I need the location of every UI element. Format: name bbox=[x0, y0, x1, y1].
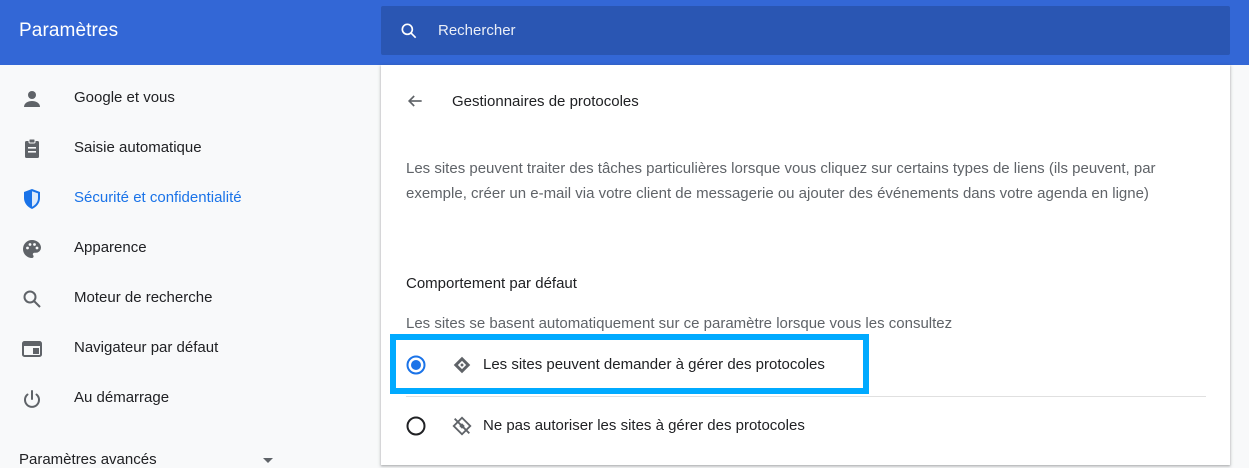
sidebar-item-google[interactable]: Google et vous bbox=[0, 75, 380, 125]
page-title: Gestionnaires de protocoles bbox=[452, 93, 639, 110]
sidebar-item-appearance[interactable]: Apparence bbox=[0, 225, 380, 275]
page-description: Les sites peuvent traiter des tâches par… bbox=[406, 160, 1156, 202]
back-arrow-icon[interactable] bbox=[405, 91, 425, 111]
sidebar-item-label: Navigateur par défaut bbox=[74, 339, 219, 356]
radio-button-unselected[interactable] bbox=[406, 416, 426, 436]
sidebar-item-label: Saisie automatique bbox=[74, 139, 202, 156]
browser-window-icon bbox=[22, 341, 42, 357]
protocol-handler-off-icon bbox=[452, 416, 472, 436]
option-allow-protocols[interactable]: Les sites peuvent demander à gérer des p… bbox=[406, 345, 1206, 385]
option-label: Les sites peuvent demander à gérer des p… bbox=[483, 356, 825, 373]
header-bar: Paramètres Rechercher bbox=[0, 0, 1249, 65]
sidebar-item-security[interactable]: Sécurité et confidentialité bbox=[0, 175, 380, 225]
advanced-settings-toggle[interactable]: Paramètres avancés bbox=[19, 451, 157, 468]
protocol-handler-icon bbox=[453, 356, 471, 374]
search-box[interactable]: Rechercher bbox=[381, 6, 1230, 55]
sidebar-item-label: Google et vous bbox=[74, 89, 175, 106]
sidebar-item-startup[interactable]: Au démarrage bbox=[0, 375, 380, 425]
option-label: Ne pas autoriser les sites à gérer des p… bbox=[483, 417, 805, 434]
sidebar-item-label: Sécurité et confidentialité bbox=[74, 189, 242, 206]
shield-icon bbox=[24, 189, 40, 209]
clipboard-icon bbox=[25, 138, 39, 158]
caret-down-icon[interactable] bbox=[262, 457, 274, 465]
sidebar: Google et vous Saisie automatique Sécuri… bbox=[0, 65, 380, 468]
content-card: Gestionnaires de protocoles Les sites pe… bbox=[381, 65, 1230, 465]
search-icon bbox=[23, 290, 41, 308]
sidebar-item-label: Moteur de recherche bbox=[74, 289, 213, 306]
sidebar-item-search-engine[interactable]: Moteur de recherche bbox=[0, 275, 380, 325]
palette-icon bbox=[23, 240, 41, 258]
sidebar-item-label: Au démarrage bbox=[74, 389, 170, 406]
search-icon bbox=[401, 23, 417, 39]
option-block-protocols[interactable]: Ne pas autoriser les sites à gérer des p… bbox=[406, 406, 1206, 446]
search-input[interactable]: Rechercher bbox=[438, 22, 516, 39]
sidebar-item-default-browser[interactable]: Navigateur par défaut bbox=[0, 325, 380, 375]
person-icon bbox=[24, 91, 40, 107]
app-title: Paramètres bbox=[19, 20, 119, 41]
sidebar-item-label: Apparence bbox=[74, 239, 147, 256]
power-icon bbox=[24, 390, 40, 408]
radio-button-selected[interactable] bbox=[406, 355, 426, 375]
divider bbox=[406, 396, 1206, 397]
section-title: Comportement par défaut bbox=[406, 275, 577, 292]
section-description: Les sites se basent automatiquement sur … bbox=[406, 315, 953, 332]
sidebar-item-autofill[interactable]: Saisie automatique bbox=[0, 125, 380, 175]
